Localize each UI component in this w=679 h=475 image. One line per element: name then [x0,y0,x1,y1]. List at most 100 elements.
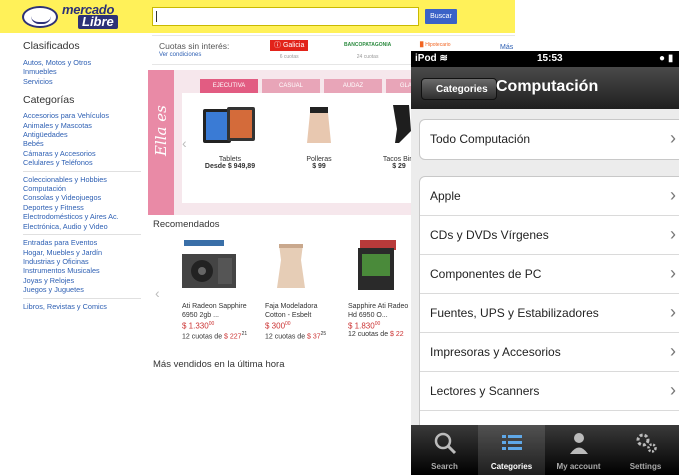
chevron-right-icon: › [670,302,676,322]
sidebar-link[interactable]: Consolas y Videojuegos [23,193,143,202]
mas-vendidos-title: Más vendidos en la última hora [153,359,285,370]
mas-link[interactable]: Más [500,44,513,51]
chevron-right-icon: › [670,185,676,205]
divider [23,234,141,236]
tab-label: Categories [490,462,533,471]
tab-label: Settings [629,462,662,471]
recomendado-item[interactable]: Ati Radeon Sapphire 6950 2gb ... $ 1.3300… [182,240,262,340]
ella-es-banner[interactable]: Ella es EJECUTIVACASUALAUDAZGLAMOURROMÁN… [148,70,506,215]
status-time: 15:53 [537,53,563,64]
category-group: Coleccionables y Hobbies Computación Conso… [23,175,143,231]
sidebar-link[interactable]: Inmuebles [23,67,143,76]
sidebar-link[interactable]: Deportes y Fitness [23,203,143,212]
sidebar-link[interactable]: Electrodomésticos y Aires Ac. [23,212,143,221]
search-button[interactable]: Buscar [425,9,457,24]
chevron-left-icon[interactable]: ‹ [155,285,160,301]
back-button[interactable]: Categories [421,78,497,100]
sidebar-link[interactable]: Celulares y Teléfonos [23,158,143,167]
tab-categories[interactable]: Categories [478,425,545,475]
sidebar-link[interactable]: Animales y Mascotas [23,121,143,130]
recomendado-item[interactable]: Faja Modeladora Cotton - Esbelt $ 30000 1… [265,240,345,340]
subcategory-list: Apple › CDs y DVDs Vírgenes › Componentes de… [419,176,679,451]
category-group: Libros, Revistas y Comics [23,302,143,311]
category-row-label: Fuentes, UPS y Estabilizadores [430,306,599,320]
girdle-image [277,244,305,288]
category-row[interactable]: Apple › [420,177,679,216]
product-price: $ 99 [312,163,326,170]
sidebar-link[interactable]: Autos, Motos y Otros [23,58,143,67]
sidebar-link[interactable]: Industrias y Oficinas [23,257,143,266]
clasificados-list: Autos, Motos y Otros Inmuebles Servicios [23,58,143,86]
sidebar-link[interactable]: Hogar, Muebles y Jardín [23,248,143,257]
categorias-title: Categorías [23,94,75,107]
todo-group: Todo Computación › [419,119,679,160]
sidebar-link[interactable]: Servicios [23,77,143,86]
sidebar-link[interactable]: Instrumentos Musicales [23,266,143,275]
divider [23,297,141,299]
chevron-left-icon[interactable]: ‹ [182,135,187,151]
wifi-icon: ≋ [439,53,448,64]
person-icon [567,431,591,455]
category-row-label: Apple [430,189,461,203]
category-row-label: Impresoras y Accesorios [430,345,561,359]
bank-logo: BANCOPATAGONIA [344,42,392,48]
gear-icon [634,431,658,455]
sidebar-link[interactable]: Juegos y Juguetes [23,285,143,294]
sidebar-link[interactable]: Libros, Revistas y Comics [23,302,143,311]
sidebar-link[interactable]: Computación [23,184,143,193]
category-row[interactable]: Componentes de PC › [420,255,679,294]
item-price: $ 30000 [265,321,291,331]
graphics-card-image [182,240,236,288]
tab-label: Search [431,462,458,471]
category-row[interactable]: Impresoras y Accesorios › [420,333,679,372]
product-tablets[interactable]: Tablets Desde $ 949,89 [195,93,265,170]
sidebar-link[interactable]: Bebés [23,139,143,148]
category-row-label: CDs y DVDs Vírgenes [430,228,549,242]
sidebar-link[interactable]: Joyas y Relojes [23,276,143,285]
sidebar-link[interactable]: Coleccionables y Hobbies [23,175,143,184]
tablet-image [203,107,255,143]
status-bar: iPod ≋ 15:53 ● ▮ [411,51,679,67]
search-input[interactable] [152,7,419,26]
list-icon [500,431,524,455]
bank-sub: 6 cuotas [279,54,299,60]
banner-tab[interactable]: AUDAZ [324,79,382,93]
sidebar-link[interactable]: Entradas para Eventos [23,238,143,247]
bank-hipotecario[interactable]: ▉ Hipotecario [416,40,455,51]
battery-icon: ● ▮ [659,53,674,64]
bank-galicia[interactable]: ⓘ Galicia 6 cuotas [270,40,309,60]
tab-my-account[interactable]: My account [545,425,612,475]
banner-tab[interactable]: EJECUTIVA [200,79,258,93]
sidebar-link[interactable]: Cámaras y Accesorios [23,149,143,158]
clasificados-title: Clasificados [23,40,80,52]
sidebar-link[interactable]: Antigüedades [23,130,143,139]
chevron-right-icon: › [670,224,676,244]
tab-search[interactable]: Search [411,425,478,475]
sidebar-link[interactable]: Electrónica, Audio y Video [23,222,143,231]
tab-bar: Search Categories My account Settings [411,425,679,475]
category-row[interactable]: Fuentes, UPS y Estabilizadores › [420,294,679,333]
cuotas-title: Cuotas sin interés: [159,41,230,51]
item-cuotas: 12 cuotas de $ 3725 [265,330,327,340]
item-name: Ati Radeon Sapphire 6950 2gb ... [182,303,247,319]
product-polleras[interactable]: Polleras $ 99 [284,93,354,170]
category-row[interactable]: Todo Computación › [420,120,679,159]
tab-label: My account [556,462,601,471]
ver-condiciones-link[interactable]: Ver condiciones [159,52,201,58]
category-row[interactable]: CDs y DVDs Vírgenes › [420,216,679,255]
category-row-label: Lectores y Scanners [430,384,540,398]
divider [23,170,141,172]
item-price: $ 1.33000 [182,321,215,331]
mercadolibre-logo[interactable]: mercado Libre [22,2,137,30]
category-row[interactable]: Lectores y Scanners › [420,372,679,411]
banner-side: Ella es [148,70,174,215]
chevron-right-icon: › [670,380,676,400]
category-row-label: Componentes de PC [430,267,542,281]
category-row-label: Todo Computación [430,132,531,146]
tab-settings[interactable]: Settings [612,425,679,475]
sidebar-link[interactable]: Accesorios para Vehículos [23,111,143,120]
banner-tab[interactable]: CASUAL [262,79,320,93]
bank-patagonia[interactable]: BANCOPATAGONIA 24 cuotas [340,40,395,60]
screenshot-stage: mercado Libre Buscar Clasificados Autos,… [0,0,679,475]
banner-side-text: Ella es [152,105,170,156]
